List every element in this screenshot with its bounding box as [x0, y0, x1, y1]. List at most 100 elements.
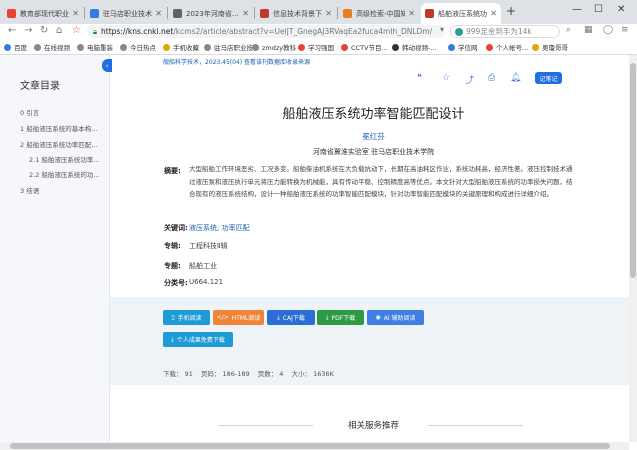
- close-icon[interactable]: ✕: [408, 9, 415, 18]
- scrollbar-thumb[interactable]: [630, 63, 636, 278]
- bookmark-item[interactable]: 个人帐号...: [486, 42, 528, 52]
- take-notes-button[interactable]: 记笔记: [535, 72, 562, 84]
- share-icon[interactable]: ⤴: [465, 73, 474, 86]
- caj-download-button[interactable]: ⤓ CAJ下载: [267, 310, 315, 325]
- browser-tab[interactable]: 信息技术背景下船... ✕: [256, 3, 336, 24]
- ai-read-button[interactable]: ◉ AI 辅助阅读: [367, 310, 424, 325]
- bookmark-item[interactable]: 手机收藏: [163, 42, 199, 52]
- ai-icon: ◉: [375, 314, 381, 321]
- tab-favicon-icon: [173, 9, 182, 18]
- bookmark-label: 奥瓊哥哥: [542, 44, 568, 52]
- tab-label: 教育部现代职业教...: [20, 9, 69, 18]
- toc-item[interactable]: 2.2 船舶液压系统的功...: [29, 169, 104, 179]
- globe-icon: [204, 43, 211, 51]
- bookmark-item[interactable]: 学信网: [448, 42, 478, 52]
- toc-item[interactable]: 2 船舶液压系统功率匹配...: [20, 139, 104, 149]
- html-read-button[interactable]: </> HTML阅读: [213, 310, 264, 325]
- home-icon[interactable]: ⌂: [56, 25, 62, 36]
- address-bar-row: ← → ↻ ⌂ ☆ 🔒︎ https://kns.cnki.net /kcms2…: [0, 24, 637, 40]
- author-link[interactable]: 冕红芬: [110, 131, 637, 142]
- url-field[interactable]: 🔒︎ https://kns.cnki.net /kcms2/article/a…: [87, 25, 445, 38]
- close-icon[interactable]: ✕: [242, 9, 249, 18]
- close-icon[interactable]: ✕: [72, 9, 79, 18]
- affiliations[interactable]: 河南省冀淮实验室 驻马店职业技术学院: [110, 147, 637, 157]
- browser-tab[interactable]: 教育部现代职业教... ✕: [3, 3, 83, 24]
- reload-icon[interactable]: ↻: [40, 25, 48, 36]
- pdf-download-button[interactable]: ⤓ PDF下载: [317, 310, 364, 325]
- keywords-value[interactable]: 液压系统; 功率匹配: [189, 223, 250, 233]
- maximize-icon[interactable]: ☐: [594, 4, 603, 15]
- globe-icon: [252, 43, 259, 51]
- bookmark-item[interactable]: 韩动视频-...: [392, 42, 437, 52]
- quote-icon[interactable]: ❝: [417, 73, 422, 83]
- divider: [428, 425, 523, 426]
- mobile-icon: ▯: [171, 314, 175, 321]
- tab-separator: [337, 7, 338, 19]
- new-tab-button[interactable]: +: [506, 4, 516, 18]
- horizontal-scrollbar[interactable]: [0, 442, 629, 450]
- article-main: 舰船科学技术，2023,45(04) 查看该刊数据库收录来源 ❝ ☆ ⤴ ⎙ 🔔…: [110, 55, 637, 450]
- back-icon[interactable]: ←: [8, 25, 16, 36]
- search-input[interactable]: 999足金到手为14k: [450, 25, 560, 38]
- star-icon[interactable]: ☆: [72, 25, 81, 36]
- category-value: 工程科技Ⅱ辑: [189, 242, 228, 250]
- topic-value: 船舶工业: [189, 262, 217, 270]
- tab-label: 2023年河南省...: [186, 9, 239, 18]
- bell-icon[interactable]: 🔔︎: [510, 73, 521, 83]
- menu-icon[interactable]: ≡: [621, 25, 629, 35]
- bookmark-label: 学信网: [458, 44, 478, 52]
- extensions-icon[interactable]: ▦: [584, 25, 593, 35]
- take-notes-label: 记笔记: [539, 75, 558, 83]
- globe-icon: [448, 43, 455, 51]
- bookmark-item[interactable]: 今日热点: [120, 42, 156, 52]
- tab-separator: [254, 7, 255, 19]
- close-window-icon[interactable]: ✕: [617, 4, 625, 15]
- print-icon[interactable]: ⎙: [488, 73, 495, 83]
- tab-favicon-icon: [7, 9, 16, 18]
- button-label: HTML阅读: [231, 315, 261, 322]
- close-icon[interactable]: ✕: [155, 9, 162, 18]
- close-icon[interactable]: ✕: [490, 9, 497, 18]
- close-icon[interactable]: ✕: [325, 9, 332, 18]
- bookmark-item[interactable]: 在线视频: [34, 42, 70, 52]
- toc-item[interactable]: 1 船舶液压系统的基本构...: [20, 123, 104, 133]
- bookmark-item[interactable]: 电脑重装: [77, 42, 113, 52]
- url-path: /kcms2/article/abstract?v=UelJT_GnegAJ3R…: [173, 27, 433, 36]
- bookmark-item[interactable]: 驻马店职业技...: [204, 42, 259, 52]
- tab-label: 信息技术背景下船...: [273, 9, 322, 18]
- minimize-icon[interactable]: —: [572, 4, 582, 15]
- tab-favicon-icon: [90, 9, 99, 18]
- browser-tab-active[interactable]: 船舶液压系统功率... ✕: [421, 3, 501, 24]
- category-label: 专辑:: [164, 242, 181, 250]
- bookmark-item[interactable]: CCTV节目...: [341, 42, 388, 52]
- bookmark-item[interactable]: 学习强国: [298, 42, 334, 52]
- forward-icon[interactable]: →: [24, 25, 32, 36]
- tab-separator: [167, 7, 168, 19]
- download-icon: ⤓: [325, 313, 329, 321]
- personal-download-button[interactable]: ⤓ 个人成果免费下载: [163, 332, 233, 347]
- dropdown-icon[interactable]: ▾: [440, 25, 444, 34]
- bookmark-item[interactable]: 百度: [4, 42, 27, 52]
- browser-tab[interactable]: 2023年河南省... ✕: [169, 3, 253, 24]
- tab-separator: [84, 7, 85, 19]
- journal-source-line[interactable]: 舰船科学技术，2023,45(04) 查看该刊数据库收录来源: [163, 57, 310, 66]
- toc-item[interactable]: 0 引言: [20, 107, 39, 117]
- bookmark-label: 百度: [14, 44, 27, 52]
- bookmark-item[interactable]: zmdzy教科: [252, 42, 296, 52]
- vertical-scrollbar[interactable]: [629, 55, 637, 442]
- button-label: 手机阅读: [177, 315, 202, 322]
- keywords-label: 关键词:: [164, 224, 188, 232]
- favorite-icon[interactable]: ☆: [442, 73, 450, 83]
- scrollbar-thumb[interactable]: [10, 443, 610, 449]
- toc-item[interactable]: 2.1 船舶液压系统功率...: [29, 154, 104, 164]
- globe-icon: [34, 43, 41, 51]
- browser-tab[interactable]: 驻马店职业技术学... ✕: [86, 3, 166, 24]
- search-icon[interactable]: ⌕: [566, 25, 571, 35]
- mobile-read-button[interactable]: ▯ 手机阅读: [163, 310, 210, 325]
- user-icon[interactable]: ◯: [603, 25, 613, 35]
- browser-tab[interactable]: 高级检索-中国知网 ✕: [339, 3, 419, 24]
- globe-icon: [120, 43, 127, 51]
- search-placeholder: 999足金到手为14k: [466, 27, 532, 36]
- bookmark-item[interactable]: 奥瓊哥哥: [532, 42, 568, 52]
- toc-item[interactable]: 3 结语: [20, 185, 39, 195]
